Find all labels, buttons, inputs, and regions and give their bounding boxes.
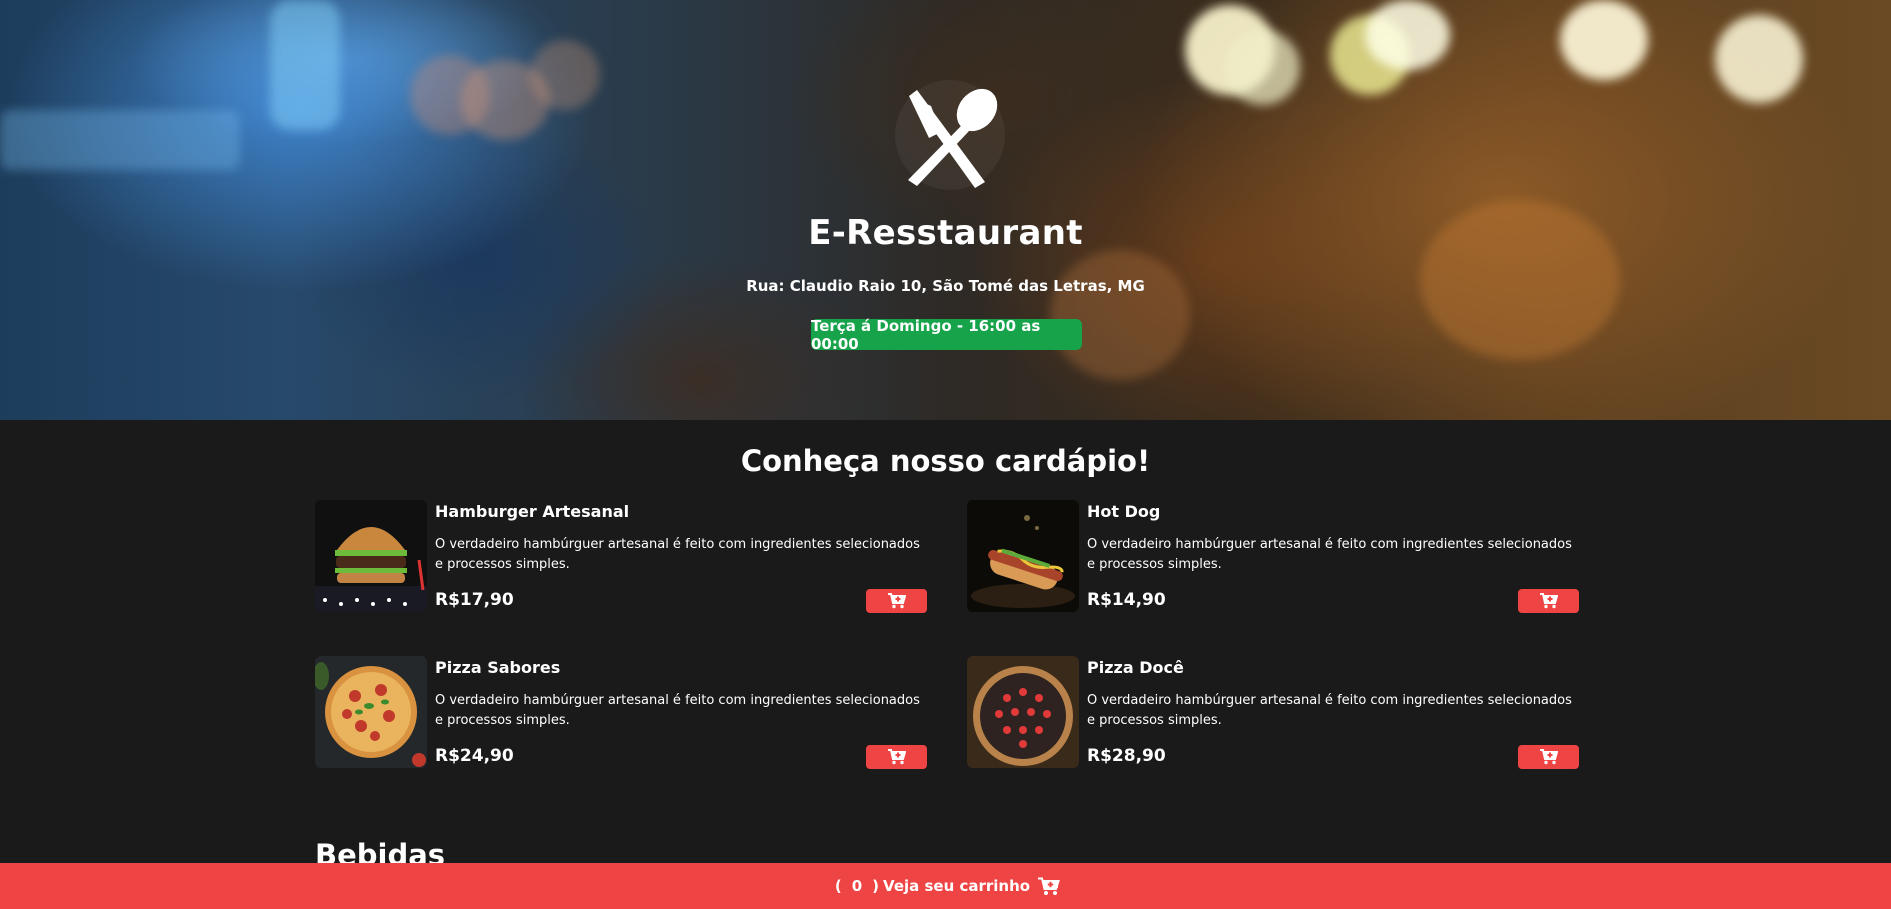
menu-item: Pizza Sabores O verdadeiro hambúrguer ar… bbox=[315, 656, 927, 769]
item-description: O verdadeiro hambúrguer artesanal é feit… bbox=[435, 693, 920, 728]
item-description: O verdadeiro hambúrguer artesanal é feit… bbox=[435, 537, 920, 572]
add-to-cart-button[interactable] bbox=[1518, 745, 1579, 769]
cart-plus-icon bbox=[887, 749, 906, 765]
pizza-image bbox=[315, 656, 427, 768]
add-to-cart-button[interactable] bbox=[866, 589, 927, 613]
menu-item: Pizza Docê O verdadeiro hambúrguer artes… bbox=[967, 656, 1579, 769]
add-to-cart-button[interactable] bbox=[1518, 589, 1579, 613]
cart-plus-icon bbox=[1539, 749, 1558, 765]
bokeh-light bbox=[530, 40, 600, 110]
burger-image bbox=[315, 500, 427, 612]
bokeh-light bbox=[1715, 15, 1803, 103]
view-cart-button[interactable]: ( 0 ) Veja seu carrinho bbox=[0, 863, 1891, 909]
hot-dog-image bbox=[967, 500, 1079, 612]
cart-label: Veja seu carrinho bbox=[883, 877, 1031, 895]
restaurant-address: Rua: Claudio Raio 10, São Tomé das Letra… bbox=[746, 277, 1145, 295]
restaurant-name: E-Resstaurant bbox=[808, 213, 1083, 253]
cart-plus-icon bbox=[887, 593, 906, 609]
item-price: R$14,90 bbox=[1087, 590, 1166, 610]
item-name: Hamburger Artesanal bbox=[435, 502, 630, 521]
cart-count-close-paren: ) bbox=[872, 877, 880, 895]
item-description: O verdadeiro hambúrguer artesanal é feit… bbox=[1087, 537, 1572, 572]
bokeh-light bbox=[1560, 0, 1648, 80]
item-name: Pizza Sabores bbox=[435, 658, 561, 677]
item-name: Hot Dog bbox=[1087, 502, 1161, 521]
bokeh-light bbox=[0, 110, 240, 170]
item-price: R$24,90 bbox=[435, 746, 514, 766]
cart-icon bbox=[1038, 877, 1060, 895]
bokeh-light bbox=[1050, 250, 1190, 380]
item-name: Pizza Docê bbox=[1087, 658, 1184, 677]
bokeh-light bbox=[270, 0, 340, 130]
menu-item: Hamburger Artesanal O verdadeiro hambúrg… bbox=[315, 500, 927, 613]
opening-hours-badge: Terça á Domingo - 16:00 as 00:00 bbox=[811, 317, 1082, 353]
menu-title: Conheça nosso cardápio! bbox=[740, 444, 1151, 478]
bokeh-light bbox=[1225, 30, 1300, 105]
item-description: O verdadeiro hambúrguer artesanal é feit… bbox=[1087, 693, 1572, 728]
hero-banner: E-Resstaurant Rua: Claudio Raio 10, São … bbox=[0, 0, 1891, 420]
bokeh-light bbox=[1365, 0, 1450, 70]
restaurant-logo bbox=[895, 80, 1005, 190]
menu-item: Hot Dog O verdadeiro hambúrguer artesana… bbox=[967, 500, 1579, 613]
add-to-cart-button[interactable] bbox=[866, 745, 927, 769]
fork-spoon-icon bbox=[908, 88, 998, 188]
cart-count: 0 bbox=[851, 877, 863, 895]
item-price: R$17,90 bbox=[435, 590, 514, 610]
sweet-pizza-image bbox=[967, 656, 1079, 768]
item-price: R$28,90 bbox=[1087, 746, 1166, 766]
cart-plus-icon bbox=[1539, 593, 1558, 609]
cart-count-open-paren: ( bbox=[834, 877, 842, 895]
